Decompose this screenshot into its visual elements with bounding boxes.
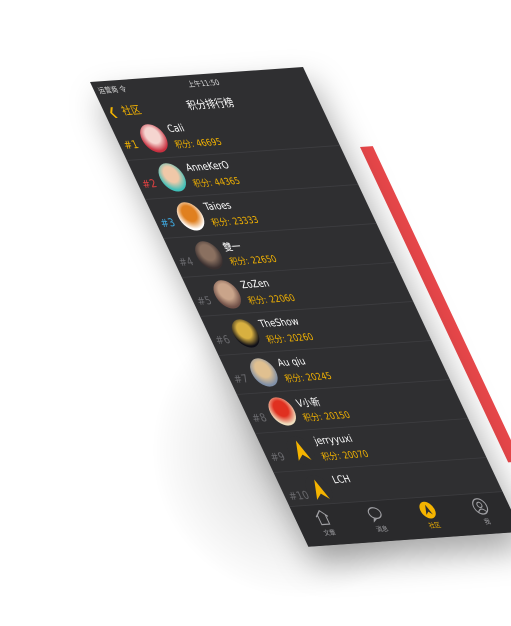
tab-messages-label: 消息 <box>374 525 390 534</box>
rank-label: #9 <box>268 450 288 465</box>
score-value: 20150 <box>322 409 353 422</box>
score-label: 积分: <box>246 294 270 307</box>
user-name: LCH <box>329 472 353 486</box>
score: 积分:20070 <box>319 447 371 464</box>
score: 积分:20245 <box>282 369 334 386</box>
score-label: 积分: <box>191 177 215 190</box>
score-value: 22650 <box>248 253 279 266</box>
score-label: 积分: <box>301 411 325 424</box>
score: 积分:46695 <box>172 135 224 152</box>
score-label: 积分: <box>227 255 252 268</box>
score: 积分:22060 <box>245 291 297 308</box>
user-name: Au qiu <box>275 355 308 369</box>
user-name: V小新 <box>294 396 323 410</box>
profile-icon <box>472 498 489 515</box>
rank-label: #7 <box>231 372 252 387</box>
score-value: 22060 <box>267 292 298 305</box>
score-value: 20070 <box>340 448 371 462</box>
tab-community-label: 社区 <box>427 521 443 530</box>
rank-label: #6 <box>213 333 233 348</box>
rank-label: #4 <box>176 255 197 270</box>
tab-profile[interactable]: 我 <box>455 496 511 528</box>
home-icon <box>315 509 331 526</box>
score-label: 积分: <box>172 138 197 151</box>
tab-messages[interactable]: 消息 <box>349 503 405 535</box>
score-value: 20260 <box>285 331 316 344</box>
tab-articles[interactable]: 文章 <box>297 507 353 539</box>
score: 积分:22650 <box>227 252 279 269</box>
scene: 运营商 令 上午11:50 ❮ 社区 积分排行榜 #1 Cali 积分:46695 #… <box>0 0 511 626</box>
tab-community[interactable]: 社区 <box>402 499 458 531</box>
rank-label: #5 <box>194 294 215 309</box>
user-name: TheShow <box>256 315 301 330</box>
score-label: 积分: <box>319 450 343 463</box>
chat-icon <box>367 507 382 523</box>
score-label: 积分: <box>282 372 307 385</box>
score: 积分:20260 <box>264 330 316 347</box>
rank-label: #3 <box>158 216 178 231</box>
score: 积分:20150 <box>300 408 352 425</box>
rank-label: #8 <box>249 411 270 426</box>
tab-articles-label: 文章 <box>322 528 338 537</box>
tab-profile-label: 我 <box>482 517 492 526</box>
user-name: AnneKerO <box>183 159 232 174</box>
rank-label: #2 <box>139 177 160 192</box>
user-name: Cali <box>165 121 187 135</box>
user-name: ZoZen <box>238 277 272 291</box>
rank-label: #1 <box>121 138 142 153</box>
score-value: 20245 <box>303 370 334 383</box>
score-label: 积分: <box>209 216 233 229</box>
user-name: Taioes <box>201 199 234 213</box>
score-value: 46695 <box>193 136 224 149</box>
score: 积分:44365 <box>190 174 242 191</box>
score-label: 积分: <box>264 333 288 346</box>
score-value: 23333 <box>230 214 261 227</box>
score-value: 44365 <box>212 175 243 188</box>
user-name: jerryyuxi <box>311 432 355 447</box>
carrier-label: 运营商 令 <box>96 85 129 96</box>
community-icon <box>419 501 436 519</box>
score: 积分:23333 <box>209 213 261 230</box>
user-name: 雙一 <box>220 240 244 254</box>
